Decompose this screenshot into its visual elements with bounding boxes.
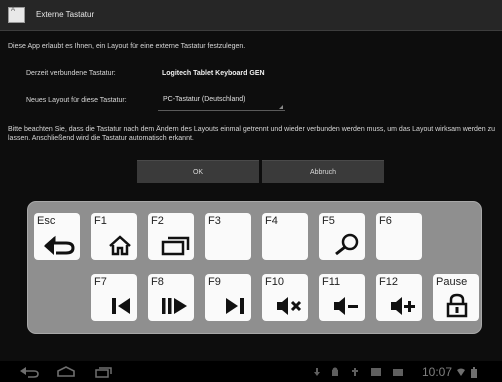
key-f8: F8 xyxy=(148,274,194,321)
key-label: F1 xyxy=(94,215,107,227)
recent-apps-icon[interactable] xyxy=(94,366,114,378)
key-label: F2 xyxy=(151,215,164,227)
dialog-body: Diese App erlaubt es Ihnen, ein Layout f… xyxy=(0,31,502,193)
key-label: F5 xyxy=(322,215,335,227)
key-f6: F6 xyxy=(376,213,422,260)
key-label: F10 xyxy=(265,276,284,288)
battery-icon xyxy=(471,367,477,378)
key-f2: F2 xyxy=(148,213,194,260)
keyboard-legend: Esc F1 F2 F3 F4 F5 F6 F7 F8 F9 F10 F11 F… xyxy=(27,201,482,334)
lock-icon xyxy=(446,293,468,318)
key-f11: F11 xyxy=(319,274,365,321)
cancel-button[interactable]: Abbruch xyxy=(262,160,384,183)
key-label: F3 xyxy=(208,215,221,227)
key-label: F7 xyxy=(94,276,107,288)
play-pause-icon xyxy=(162,298,187,314)
system-navigation-bar: 10:07 xyxy=(0,361,502,382)
key-f1: F1 xyxy=(91,213,137,260)
key-label: F9 xyxy=(208,276,221,288)
image-icon xyxy=(371,368,381,376)
key-label: F12 xyxy=(379,276,398,288)
usb-icon xyxy=(352,368,358,376)
android-icon xyxy=(332,367,338,376)
key-f12: F12 xyxy=(376,274,422,321)
previous-track-icon xyxy=(112,298,130,314)
recent-apps-icon xyxy=(161,236,190,256)
reconnect-note: Bitte beachten Sie, dass die Tastatur na… xyxy=(8,126,496,142)
layout-select[interactable]: PC-Tastatur (Deutschland) xyxy=(158,92,285,111)
key-label: F11 xyxy=(322,276,341,288)
back-arrow-icon xyxy=(44,235,75,255)
key-label: F6 xyxy=(379,215,392,227)
connected-keyboard-value: Logitech Tablet Keyboard GEN xyxy=(162,70,265,77)
keyboard-icon xyxy=(393,369,403,376)
key-label: F4 xyxy=(265,215,278,227)
search-icon xyxy=(335,233,359,256)
home-icon xyxy=(109,235,131,256)
clock: 10:07 xyxy=(422,365,453,379)
volume-up-icon xyxy=(391,297,415,315)
next-track-icon xyxy=(226,298,244,314)
title-bar: Externe Tastatur xyxy=(0,0,502,31)
wifi-icon xyxy=(457,368,465,376)
key-f10: F10 xyxy=(262,274,308,321)
back-icon[interactable] xyxy=(18,366,40,378)
key-f9: F9 xyxy=(205,274,251,321)
app-icon xyxy=(8,7,25,23)
key-f4: F4 xyxy=(262,213,308,260)
home-icon[interactable] xyxy=(56,366,76,378)
key-f7: F7 xyxy=(91,274,137,321)
dropdown-caret-icon xyxy=(279,105,283,109)
connected-keyboard-label: Derzeit verbundene Tastatur: xyxy=(26,70,116,77)
key-label: Pause xyxy=(436,276,468,288)
key-pause: Pause xyxy=(433,274,479,321)
key-label: Esc xyxy=(37,215,56,227)
layout-select-value: PC-Tastatur (Deutschland) xyxy=(163,96,246,103)
volume-down-icon xyxy=(334,297,358,315)
layout-label: Neues Layout für diese Tastatur: xyxy=(26,97,127,104)
dialog-title: Externe Tastatur xyxy=(36,10,95,19)
key-f3: F3 xyxy=(205,213,251,260)
ok-button[interactable]: OK xyxy=(137,160,259,183)
mute-icon xyxy=(277,297,302,315)
key-esc: Esc xyxy=(34,213,80,260)
intro-text: Diese App erlaubt es Ihnen, ein Layout f… xyxy=(8,43,246,50)
key-f5: F5 xyxy=(319,213,365,260)
download-icon xyxy=(314,368,320,376)
key-label: F8 xyxy=(151,276,164,288)
